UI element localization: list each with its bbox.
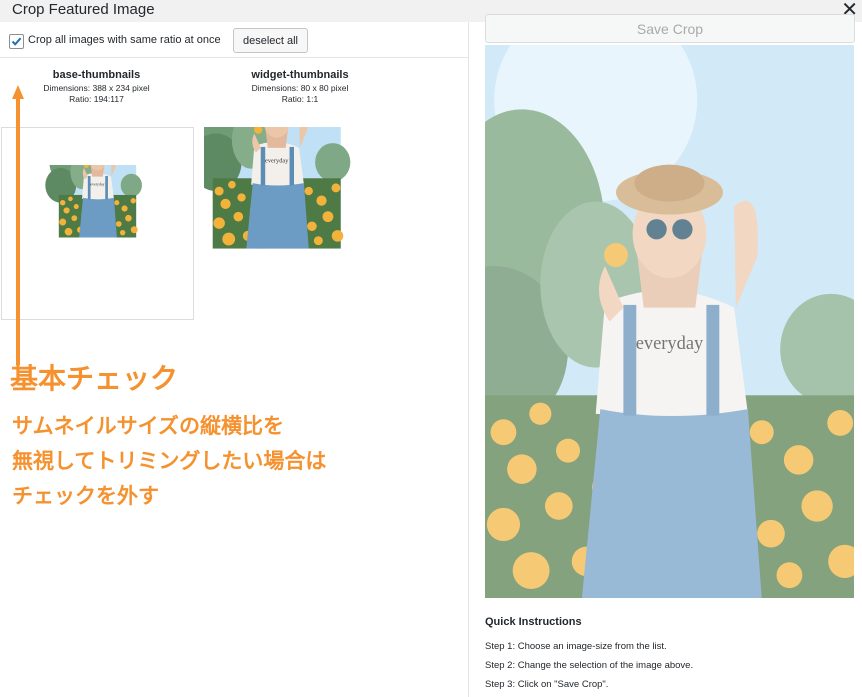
thumbnail-image [204,127,396,318]
size-name-base: base-thumbnails [52,69,141,81]
image-size-panel: Crop all images with same ratio at once … [0,22,469,697]
thumbnail-image [2,165,193,281]
annotation-line: チェックを外す [12,485,159,508]
deselect-all-button[interactable]: deselect all [233,28,308,53]
crop-panel: Save Crop Quick Instructions Step 1: Cho… [469,14,862,697]
featured-image [485,45,854,598]
size-ratio-base: Ratio: 194:117 [69,94,124,104]
up-arrow-icon [12,85,24,365]
save-crop-button[interactable]: Save Crop [485,14,855,43]
base-thumbnail-preview[interactable] [1,127,194,320]
annotation-line: サムネイルサイズの縦横比を [12,415,284,438]
annotation-line: 無視してトリミングしたい場合は [12,450,327,473]
instruction-step: Step 2: Change the selection of the imag… [485,660,694,671]
crop-options-bar: Crop all images with same ratio at once … [0,22,468,58]
size-dimensions-widget: Dimensions: 80 x 80 pixel [251,83,349,93]
size-ratio-widget: Ratio: 1:1 [281,94,319,104]
dialog-title: Crop Featured Image [12,1,155,18]
widget-thumbnail-preview[interactable] [204,127,396,318]
crop-all-label: Crop all images with same ratio at once [28,34,221,46]
crop-preview-image[interactable] [485,45,854,598]
size-dimensions-base: Dimensions: 388 x 234 pixel [43,83,150,93]
size-name-widget: widget-thumbnails [251,69,349,81]
instructions-title: Quick Instructions [485,616,582,628]
crop-all-checkbox[interactable] [9,34,24,49]
instruction-step: Step 1: Choose an image-size from the li… [485,641,667,652]
annotation-heading: 基本チェック [10,363,179,394]
checkmark-icon [11,37,22,46]
instruction-step: Step 3: Click on "Save Crop". [485,679,609,690]
